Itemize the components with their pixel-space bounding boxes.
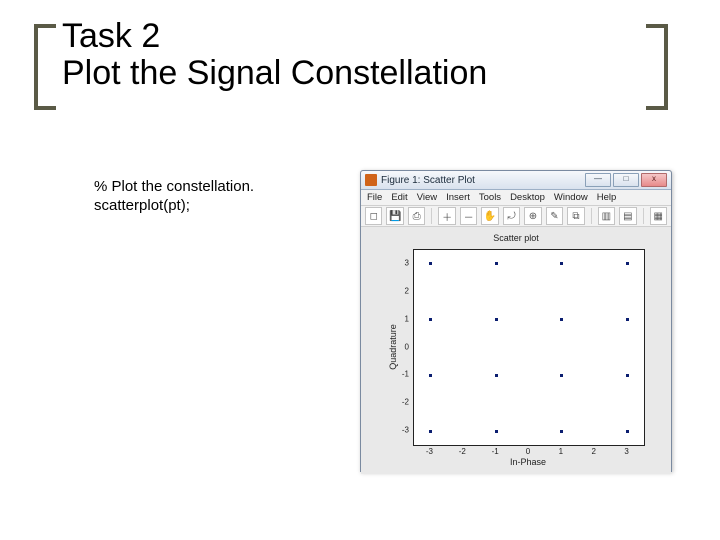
toolbar-sep xyxy=(591,208,592,224)
x-tick-label: 1 xyxy=(559,447,563,456)
y-tick-label: 3 xyxy=(393,258,409,267)
print-icon[interactable]: ⎙ xyxy=(408,207,425,225)
y-tick-label: 2 xyxy=(393,286,409,295)
maximize-button[interactable]: □ xyxy=(613,173,639,187)
figure-window: Figure 1: Scatter Plot — □ x File Edit V… xyxy=(360,170,672,472)
menu-help[interactable]: Help xyxy=(597,190,617,205)
x-axis-label: In-Phase xyxy=(413,457,643,467)
title-line-1: Task 2 xyxy=(62,17,160,55)
minimize-button[interactable]: — xyxy=(585,173,611,187)
toolbar-sep xyxy=(643,208,644,224)
zoom-in-icon[interactable]: ＋ xyxy=(438,207,455,225)
plot-area: Scatter plot Quadrature In-Phase -3-2-10… xyxy=(361,227,671,474)
toolbar-sep xyxy=(431,208,432,224)
title-line-2: Plot the Signal Constellation xyxy=(62,54,487,92)
tool-bar: ◻ 💾 ⎙ ＋ － ✋ ⤾ ⊕ ✎ ⧉ ▥ ▤ ▦ xyxy=(361,206,671,227)
pan-icon[interactable]: ✋ xyxy=(481,207,498,225)
y-tick-label: -1 xyxy=(393,370,409,379)
close-button[interactable]: x xyxy=(641,173,667,187)
scatter-point xyxy=(626,374,629,377)
scatter-point xyxy=(560,374,563,377)
x-tick-label: -1 xyxy=(492,447,499,456)
code-line-2: scatterplot(pt); xyxy=(94,197,254,216)
menu-desktop[interactable]: Desktop xyxy=(510,190,545,205)
x-tick-label: 3 xyxy=(624,447,628,456)
insert-legend-icon[interactable]: ▤ xyxy=(619,207,636,225)
save-icon[interactable]: 💾 xyxy=(386,207,403,225)
x-tick-label: -3 xyxy=(426,447,433,456)
code-line-1: % Plot the constellation. xyxy=(94,178,254,197)
scatter-point xyxy=(429,374,432,377)
window-caption: Figure 1: Scatter Plot xyxy=(381,175,475,186)
insert-colorbar-icon[interactable]: ▥ xyxy=(598,207,615,225)
y-tick-label: -2 xyxy=(393,398,409,407)
menu-tools[interactable]: Tools xyxy=(479,190,501,205)
menu-insert[interactable]: Insert xyxy=(446,190,470,205)
zoom-out-icon[interactable]: － xyxy=(460,207,477,225)
scatter-point xyxy=(429,262,432,265)
data-cursor-icon[interactable]: ⊕ xyxy=(524,207,541,225)
title-bracket-left xyxy=(34,24,56,110)
menu-edit[interactable]: Edit xyxy=(391,190,407,205)
scatter-point xyxy=(626,262,629,265)
scatter-point xyxy=(626,318,629,321)
axes[interactable] xyxy=(413,249,645,446)
window-titlebar[interactable]: Figure 1: Scatter Plot — □ x xyxy=(361,171,671,190)
plot-title: Scatter plot xyxy=(361,233,671,243)
scatter-point xyxy=(495,374,498,377)
menu-file[interactable]: File xyxy=(367,190,382,205)
x-tick-label: 2 xyxy=(591,447,595,456)
scatter-point xyxy=(429,430,432,433)
slide-title: Task 2 Plot the Signal Constellation xyxy=(62,18,487,93)
matlab-icon xyxy=(365,174,377,186)
scatter-point xyxy=(560,430,563,433)
scatter-point xyxy=(560,262,563,265)
x-tick-label: -2 xyxy=(459,447,466,456)
y-tick-label: 1 xyxy=(393,314,409,323)
menu-view[interactable]: View xyxy=(417,190,437,205)
scatter-point xyxy=(495,430,498,433)
scatter-point xyxy=(495,262,498,265)
menu-window[interactable]: Window xyxy=(554,190,588,205)
new-figure-icon[interactable]: ◻ xyxy=(365,207,382,225)
y-tick-label: 0 xyxy=(393,342,409,351)
scatter-point xyxy=(429,318,432,321)
title-bracket-right xyxy=(646,24,668,110)
scatter-point xyxy=(560,318,563,321)
scatter-point xyxy=(495,318,498,321)
scatter-point xyxy=(626,430,629,433)
code-snippet: % Plot the constellation. scatterplot(pt… xyxy=(94,178,254,216)
rotate-icon[interactable]: ⤾ xyxy=(503,207,520,225)
link-icon[interactable]: ⧉ xyxy=(567,207,584,225)
x-tick-label: 0 xyxy=(526,447,530,456)
y-tick-label: -3 xyxy=(393,426,409,435)
brush-icon[interactable]: ✎ xyxy=(546,207,563,225)
plot-tools-icon[interactable]: ▦ xyxy=(650,207,667,225)
menu-bar: File Edit View Insert Tools Desktop Wind… xyxy=(361,190,671,206)
